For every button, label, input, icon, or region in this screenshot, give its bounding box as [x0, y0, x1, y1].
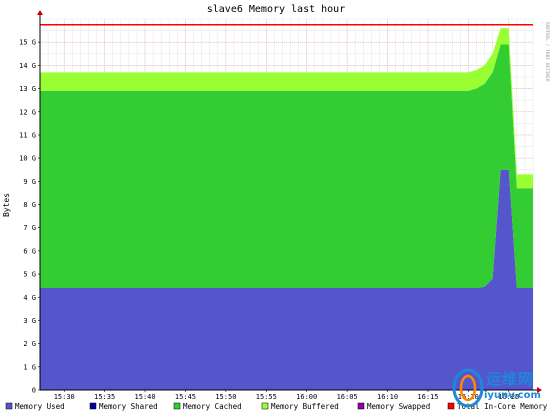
- y-tick-label: 8 G: [23, 201, 36, 209]
- y-tick-label: 7 G: [23, 224, 36, 232]
- legend-label: Memory Shared: [99, 402, 158, 411]
- y-tick-label: 14 G: [19, 62, 36, 70]
- memory-chart: 0 1 G 2 G 3 G 4 G 5 G 6 G 7 G 8 G 9 G 10 G 11 G 12 G…: [2, 4, 550, 411]
- legend-label: Memory Swapped: [367, 402, 430, 411]
- y-tick-label: 5 G: [23, 271, 36, 279]
- y-tick-label: 13 G: [19, 85, 36, 93]
- stacked-areas: [40, 28, 533, 390]
- legend-swatch: [173, 402, 181, 410]
- watermark-sub: iyunv.com: [484, 390, 541, 401]
- legend-label: Memory Buffered: [271, 402, 339, 411]
- x-tick-label: 15:55: [256, 393, 277, 401]
- y-tick-label: 0: [32, 387, 36, 395]
- y-tick-label: 11 G: [19, 131, 36, 139]
- chart-title: slave6 Memory last hour: [207, 4, 345, 15]
- y-tick-label: 9 G: [23, 178, 36, 186]
- legend-swatch: [5, 402, 13, 410]
- x-tick-label: 15:45: [175, 393, 196, 401]
- x-tick-label: 15:50: [215, 393, 236, 401]
- x-tick-label: 15:40: [135, 393, 156, 401]
- site-logo-icon: [452, 368, 484, 408]
- y-tick-label: 6 G: [23, 247, 36, 255]
- y-axis-arrow: [37, 10, 43, 15]
- y-tick-label: 10 G: [19, 155, 36, 163]
- y-tick-label: 1 G: [23, 363, 36, 371]
- legend-swatch: [261, 402, 269, 410]
- y-tick-label: 15 G: [19, 39, 36, 47]
- legend-label: Memory Used: [15, 402, 65, 411]
- legend-swatch: [89, 402, 97, 410]
- side-text: RRDTOOL / TOBI OETIKER: [544, 22, 550, 82]
- y-tick-label: 12 G: [19, 108, 36, 116]
- legend-label: Memory Cached: [183, 402, 242, 411]
- x-tick-label: 16:10: [377, 393, 398, 401]
- x-tick-label: 16:00: [296, 393, 317, 401]
- legend-swatch: [357, 402, 365, 410]
- x-tick-label: 15:35: [94, 393, 115, 401]
- y-tick-label: 3 G: [23, 317, 36, 325]
- x-tick-label: 15:30: [54, 393, 75, 401]
- y-axis-label: Bytes: [2, 193, 11, 217]
- x-tick-label: 16:15: [417, 393, 438, 401]
- y-tick-label: 4 G: [23, 294, 36, 302]
- x-tick-label: 16:05: [337, 393, 358, 401]
- watermark-text: 运维网: [486, 370, 535, 388]
- y-tick-label: 2 G: [23, 340, 36, 348]
- watermark: 运维网 iyunv.com: [452, 366, 548, 412]
